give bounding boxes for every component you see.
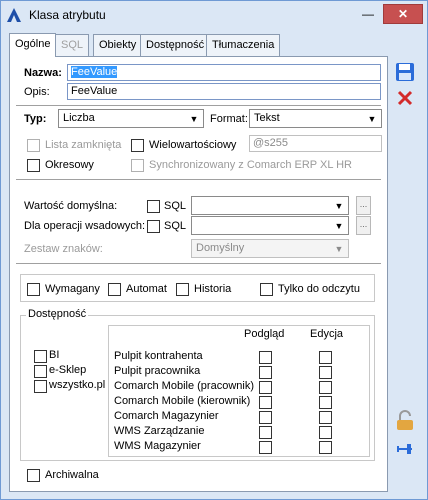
edit-checkbox[interactable]	[319, 351, 332, 364]
type-label: Typ:	[24, 113, 47, 125]
divider	[16, 263, 381, 264]
general-panel: Nazwa: FeeValue Opis: FeeValue Typ: Licz…	[9, 56, 388, 492]
closed-list-label: Lista zamknięta	[45, 139, 122, 151]
history-checkbox[interactable]	[176, 283, 189, 296]
charset-label: Zestaw znaków:	[24, 243, 103, 255]
type-value: Liczba	[63, 112, 95, 124]
edit-checkbox[interactable]	[319, 381, 332, 394]
view-checkbox[interactable]	[259, 351, 272, 364]
batch-sql-label: SQL	[164, 220, 187, 232]
archived-checkbox[interactable]	[27, 469, 40, 482]
tab-translations[interactable]: Tłumaczenia	[206, 34, 281, 56]
periodic-label: Okresowy	[45, 159, 94, 171]
module-bi-label: BI	[49, 349, 60, 361]
chevron-down-icon: ▼	[334, 243, 344, 254]
type-select[interactable]: Liczba ▼	[58, 109, 204, 128]
view-checkbox[interactable]	[259, 426, 272, 439]
batch-ops-ellipsis-button[interactable]: ...	[356, 216, 371, 235]
availability-title: Dostępność	[26, 308, 89, 320]
module-wszystko-label: wszystko.pl	[49, 379, 106, 391]
history-label: Historia	[194, 283, 232, 295]
chevron-down-icon: ▼	[334, 200, 344, 211]
archived-label: Archiwalna	[45, 469, 99, 481]
default-sql-checkbox[interactable]	[147, 200, 160, 213]
edit-checkbox[interactable]	[319, 411, 332, 424]
sync-checkbox	[131, 159, 144, 172]
view-checkbox[interactable]	[259, 396, 272, 409]
edit-checkbox[interactable]	[319, 366, 332, 379]
multivalue-label: Wielowartościowy	[149, 139, 237, 151]
availability-row-label: Comarch Mobile (pracownik)	[114, 380, 254, 392]
default-value-select[interactable]: ▼	[191, 196, 349, 215]
availability-row-label: Pulpit kontrahenta	[114, 350, 203, 362]
format-select[interactable]: Tekst ▼	[249, 109, 382, 128]
cancel-icon[interactable]	[394, 87, 416, 109]
required-label: Wymagany	[45, 283, 100, 295]
col-view-header: Podgląd	[244, 328, 285, 340]
chevron-down-icon: ▼	[367, 113, 377, 124]
batch-ops-select[interactable]: ▼	[191, 216, 349, 235]
description-input[interactable]: FeeValue	[67, 83, 381, 100]
charset-select: Domyślny ▼	[191, 239, 349, 258]
minimize-button[interactable]: —	[357, 4, 379, 24]
edit-checkbox[interactable]	[319, 396, 332, 409]
edit-checkbox[interactable]	[319, 441, 332, 454]
close-button[interactable]: ✕	[383, 4, 423, 24]
divider	[16, 105, 381, 106]
format-label: Format:	[210, 113, 248, 125]
chevron-down-icon: ▼	[189, 113, 199, 124]
availability-row-label: WMS Zarządzanie	[114, 425, 205, 437]
charset-value: Domyślny	[196, 242, 245, 254]
save-icon[interactable]	[394, 61, 416, 83]
readonly-label: Tylko do odczytu	[278, 283, 360, 295]
name-input[interactable]: FeeValue	[67, 64, 381, 81]
required-checkbox[interactable]	[27, 283, 40, 296]
availability-row-label: Pulpit pracownika	[114, 365, 201, 377]
closed-list-checkbox	[27, 139, 40, 152]
tab-availability[interactable]: Dostępność	[140, 34, 211, 56]
multivalue-format-input: @s255	[249, 135, 382, 152]
app-logo-icon	[7, 8, 21, 22]
format-value: Tekst	[254, 112, 280, 124]
default-value-label: Wartość domyślna:	[24, 200, 118, 212]
availability-row-label: Comarch Magazynier	[114, 410, 219, 422]
tab-sql: SQL	[55, 34, 90, 56]
sync-label: Synchronizowany z Comarch ERP XL HR	[149, 159, 352, 171]
unlock-icon[interactable]	[394, 410, 416, 432]
default-value-ellipsis-button[interactable]: ...	[356, 196, 371, 215]
batch-ops-label: Dla operacji wsadowych:	[24, 220, 146, 232]
chevron-down-icon: ▼	[334, 220, 344, 231]
title-bar: Klasa atrybutu — ✕	[1, 1, 427, 29]
description-label: Opis:	[24, 86, 50, 98]
view-checkbox[interactable]	[259, 441, 272, 454]
module-wszystko-checkbox[interactable]	[34, 380, 47, 393]
divider	[16, 179, 381, 180]
view-checkbox[interactable]	[259, 366, 272, 379]
module-esklep-checkbox[interactable]	[34, 365, 47, 378]
module-bi-checkbox[interactable]	[34, 350, 47, 363]
window-title: Klasa atrybutu	[29, 8, 106, 22]
multivalue-checkbox[interactable]	[131, 139, 144, 152]
batch-sql-checkbox[interactable]	[147, 220, 160, 233]
dialog-window: Klasa atrybutu — ✕ Ogólne SQL Obiekty Do…	[0, 0, 428, 500]
view-checkbox[interactable]	[259, 381, 272, 394]
view-checkbox[interactable]	[259, 411, 272, 424]
edit-checkbox[interactable]	[319, 426, 332, 439]
tab-general[interactable]: Ogólne	[9, 33, 57, 57]
col-edit-header: Edycja	[310, 328, 344, 340]
availability-row-label: Comarch Mobile (kierownik)	[114, 395, 251, 407]
tab-objects[interactable]: Obiekty	[93, 34, 143, 56]
default-sql-label: SQL	[164, 200, 187, 212]
availability-row-label: WMS Magazynier	[114, 440, 201, 452]
name-label: Nazwa:	[24, 67, 62, 79]
readonly-checkbox[interactable]	[260, 283, 273, 296]
name-value: FeeValue	[71, 66, 118, 78]
module-esklep-label: e-Sklep	[49, 364, 87, 376]
pin-icon[interactable]	[394, 438, 416, 460]
automat-label: Automat	[126, 283, 167, 295]
periodic-checkbox[interactable]	[27, 159, 40, 172]
automat-checkbox[interactable]	[108, 283, 121, 296]
